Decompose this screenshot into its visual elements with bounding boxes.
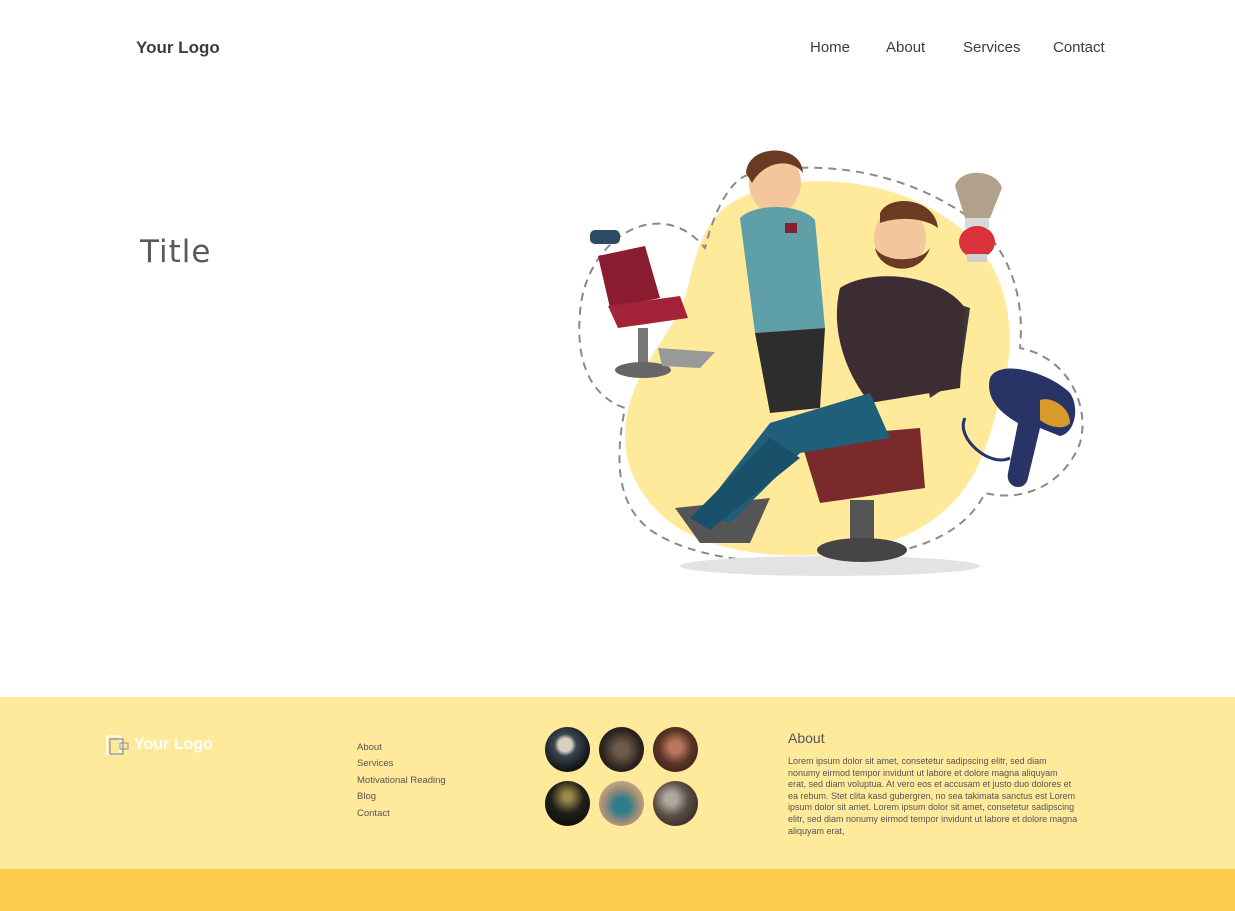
main-nav: Home About Services Contact — [0, 39, 1235, 59]
footer-link-contact[interactable]: Contact — [357, 806, 446, 822]
footer-logo-text: Your Logo — [134, 736, 213, 753]
footer-about-text: Lorem ipsum dolor sit amet, consetetur s… — [788, 756, 1078, 836]
barber-illustration — [578, 150, 1084, 576]
footer-link-services[interactable]: Services — [357, 756, 446, 772]
gallery-thumb[interactable] — [545, 781, 590, 826]
footer-bottom-bar — [0, 869, 1235, 911]
floor-shadow-shape — [680, 556, 980, 576]
gallery-thumb[interactable] — [599, 781, 644, 826]
gallery-thumb[interactable] — [653, 781, 698, 826]
footer-link-motivational-reading[interactable]: Motivational Reading — [357, 773, 446, 789]
footer-links: About Services Motivational Reading Blog… — [357, 740, 446, 822]
nav-services[interactable]: Services — [963, 39, 1021, 56]
footer-about-title: About — [788, 730, 825, 746]
nav-about[interactable]: About — [886, 39, 925, 56]
gallery-thumb[interactable] — [653, 727, 698, 772]
nav-home[interactable]: Home — [810, 39, 850, 56]
footer-link-blog[interactable]: Blog — [357, 789, 446, 805]
shaving-brush-icon — [955, 172, 1002, 262]
nav-contact[interactable]: Contact — [1053, 39, 1105, 56]
photo-gallery — [545, 727, 701, 827]
footer-link-about[interactable]: About — [357, 740, 446, 756]
footer-logo[interactable]: Your Logo — [106, 734, 213, 756]
gallery-thumb[interactable] — [545, 727, 590, 772]
hero-title: Title — [140, 234, 212, 270]
logo-document-icon — [106, 735, 129, 755]
gallery-thumb[interactable] — [599, 727, 644, 772]
